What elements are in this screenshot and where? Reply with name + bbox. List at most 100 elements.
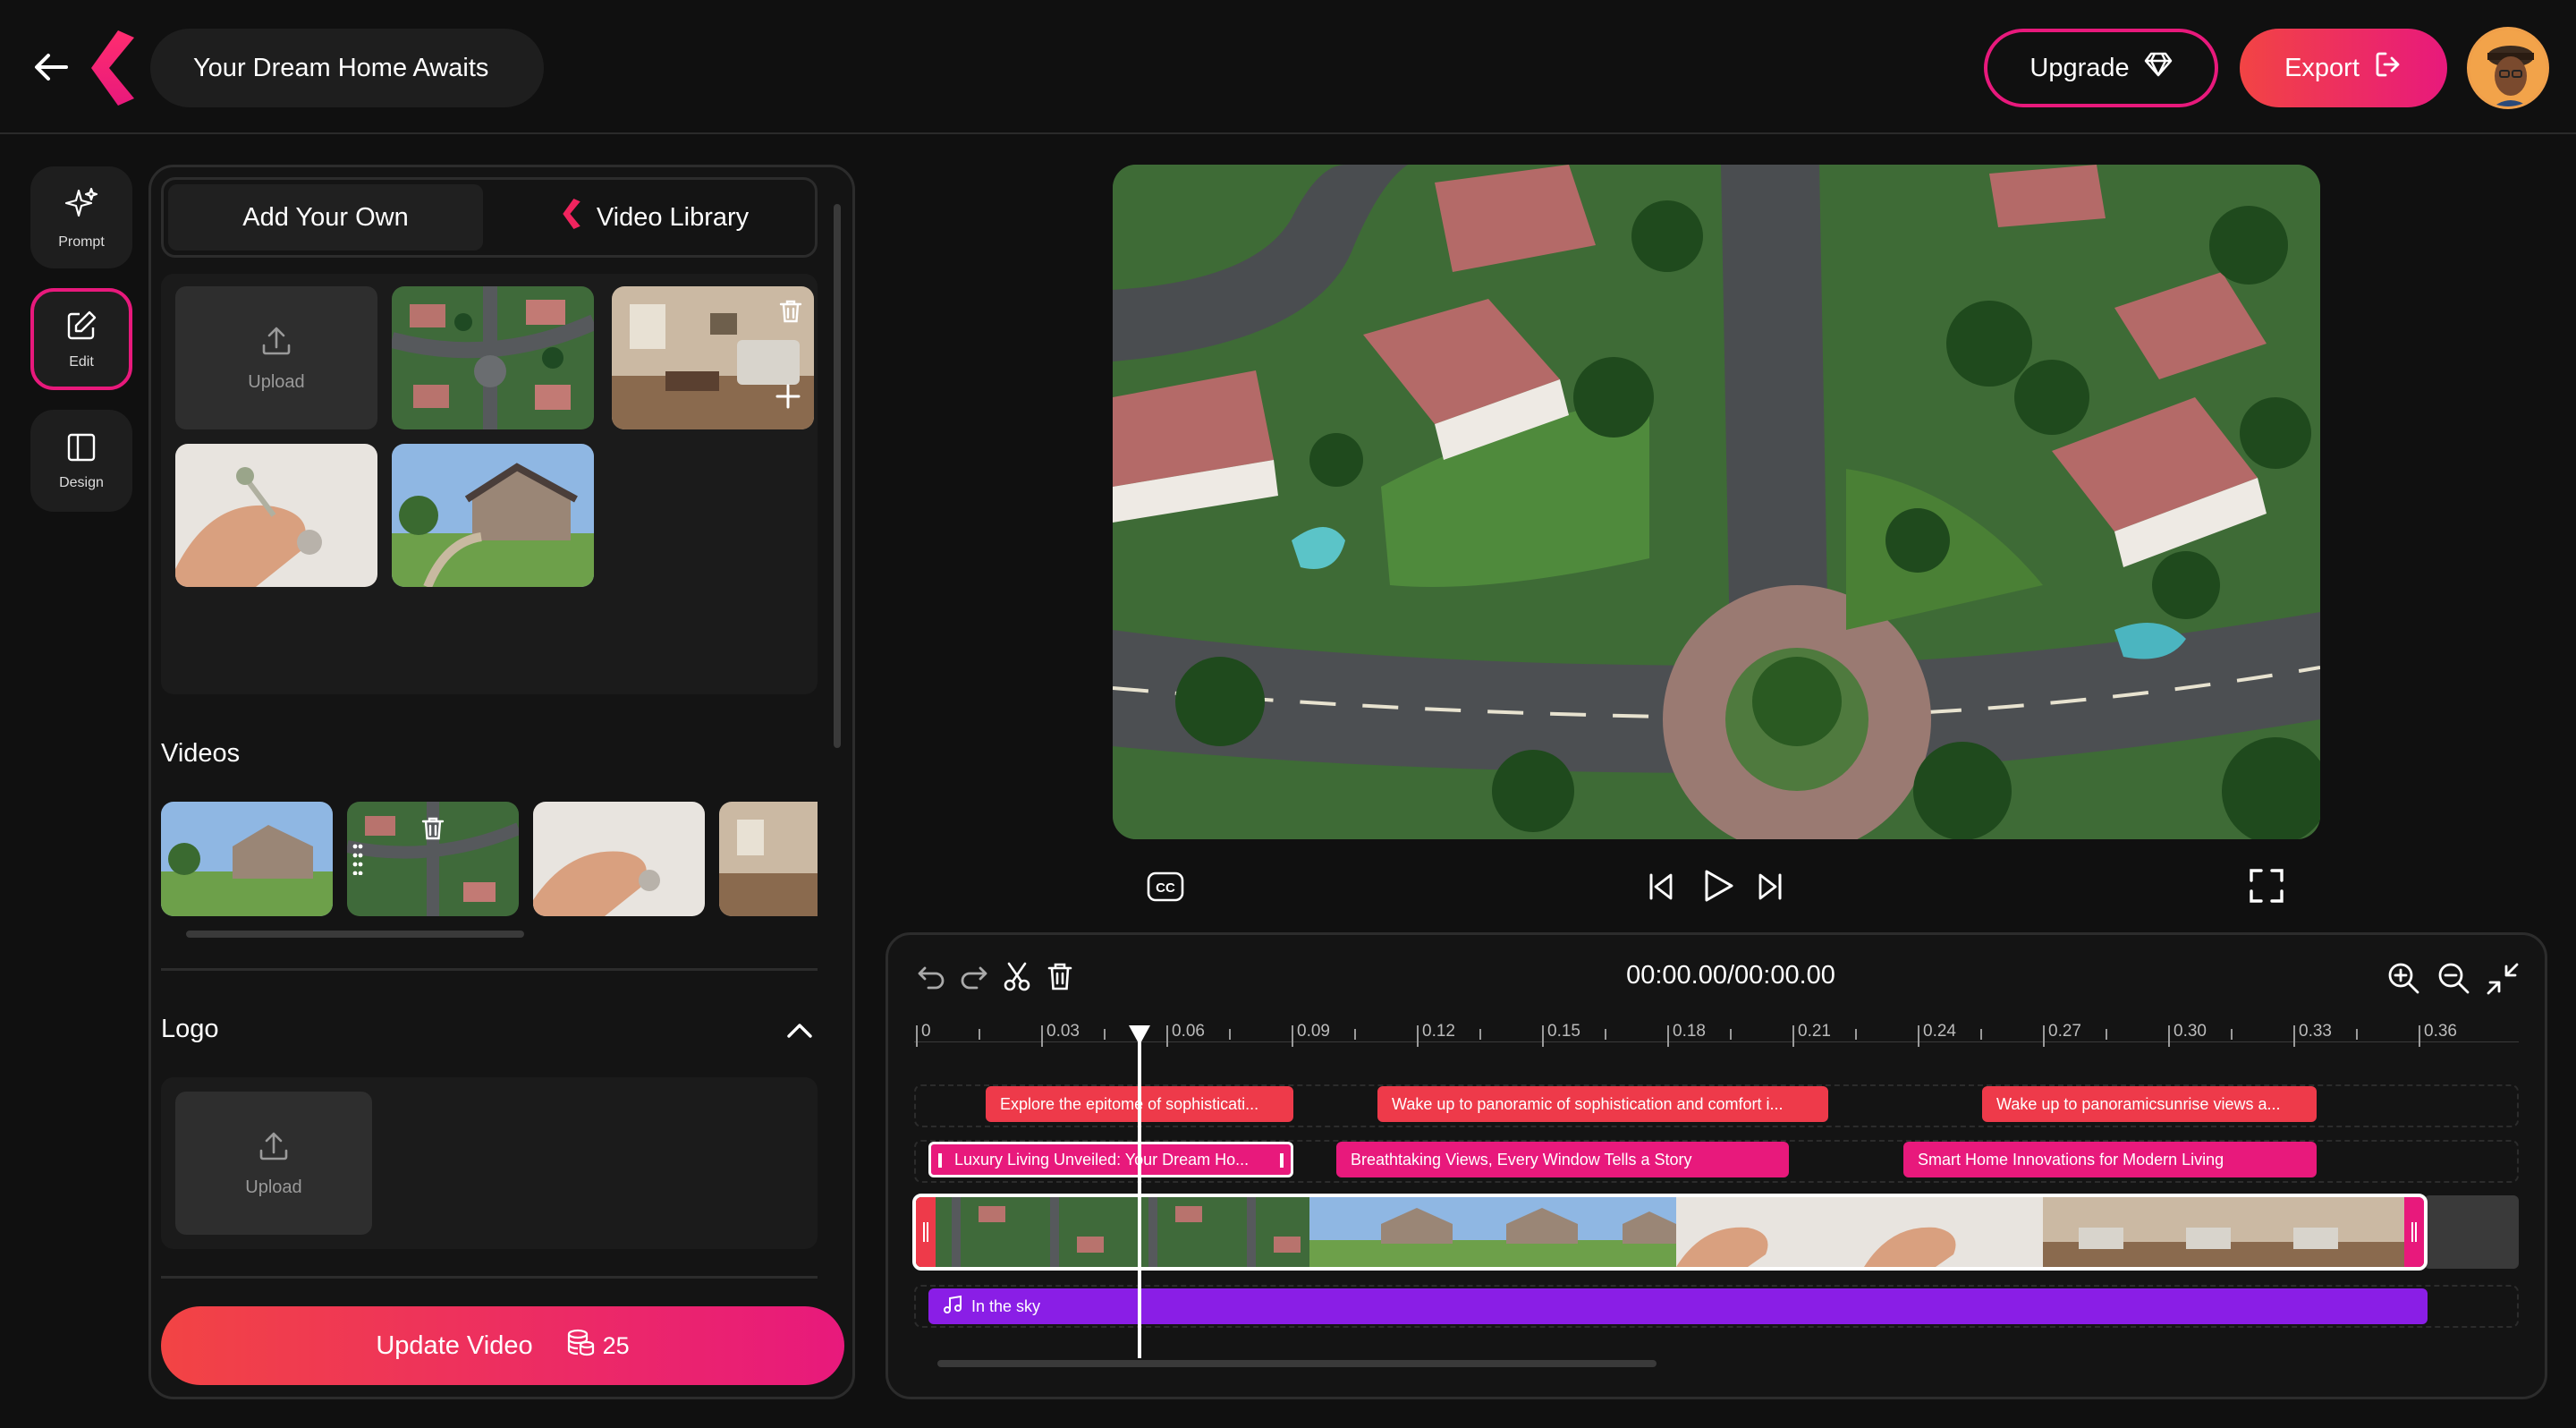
ruler-minor-tick: [1605, 1029, 1606, 1040]
ruler-tick-label: 0: [921, 1022, 931, 1041]
timeline-scrollbar[interactable]: [937, 1360, 1657, 1367]
music-clip-label: In the sky: [971, 1296, 1041, 1315]
ruler-minor-tick: [1354, 1029, 1356, 1040]
video-thumb-living-room[interactable]: [719, 802, 818, 916]
ruler-major-tick: [1542, 1025, 1544, 1047]
ruler-minor-tick: [2106, 1029, 2107, 1040]
media-thumb-keys[interactable]: [175, 444, 377, 587]
drag-handle-icon[interactable]: [352, 843, 363, 876]
ruler-baseline: [914, 1041, 2519, 1042]
rail-prompt-button[interactable]: Prompt: [30, 166, 132, 268]
layout-icon: [65, 431, 97, 468]
subtitle-clip-3-text: Wake up to panoramicsunrise views a...: [1996, 1094, 2281, 1113]
upload-media-button[interactable]: Upload: [175, 286, 377, 429]
zoom-in-button[interactable]: [2386, 961, 2420, 995]
ruler-major-tick: [2419, 1025, 2420, 1047]
subtitle-clip-3[interactable]: Wake up to panoramicsunrise views a...: [1982, 1086, 2317, 1122]
trash-icon: [776, 300, 805, 329]
project-title: Your Dream Home Awaits: [193, 53, 489, 82]
user-avatar[interactable]: [2467, 27, 2549, 109]
media-thumb-aerial[interactable]: [392, 286, 594, 429]
subtitle-clip-2-text: Wake up to panoramic of sophistication a…: [1392, 1094, 1784, 1113]
zoom-out-button[interactable]: [2436, 961, 2470, 995]
back-arrow-icon[interactable]: [30, 47, 72, 88]
rail-edit-label: Edit: [69, 353, 94, 370]
subtitle-clip-1-text: Explore the epitome of sophisticati...: [1000, 1094, 1259, 1113]
video-trim-handle-left[interactable]: [916, 1197, 936, 1267]
skip-forward-button[interactable]: [1755, 871, 1785, 902]
ruler-major-tick: [2043, 1025, 2045, 1047]
play-button[interactable]: [1701, 868, 1735, 904]
playhead[interactable]: [1138, 1025, 1141, 1358]
update-video-label: Update Video: [376, 1330, 533, 1360]
video-thumb-house[interactable]: [161, 802, 333, 916]
delete-clip-button[interactable]: [1045, 961, 1075, 993]
video-thumb-aerial[interactable]: [347, 802, 519, 916]
panel-scrollbar[interactable]: [834, 204, 841, 748]
title-clip-1-text: Luxury Living Unveiled: Your Dream Ho...: [954, 1150, 1250, 1169]
tab-add-your-own[interactable]: Add Your Own: [168, 184, 483, 251]
skip-back-icon: [1646, 873, 1676, 905]
cut-button[interactable]: [1002, 961, 1032, 993]
fullscreen-button[interactable]: [2249, 868, 2284, 904]
ruler-minor-tick: [1104, 1029, 1106, 1040]
project-title-pill[interactable]: Your Dream Home Awaits: [150, 29, 544, 107]
zoom-out-icon: [2436, 963, 2470, 999]
ruler-tick-label: 0.36: [2424, 1022, 2457, 1041]
update-video-button[interactable]: Update Video 25: [161, 1306, 844, 1385]
captions-button[interactable]: CC: [1147, 871, 1184, 902]
ruler-tick-label: 0.09: [1297, 1022, 1330, 1041]
ruler-tick-label: 0.15: [1547, 1022, 1580, 1041]
title-clip-1[interactable]: Luxury Living Unveiled: Your Dream Ho...: [928, 1142, 1293, 1177]
ruler-tick-label: 0.27: [2048, 1022, 2081, 1041]
top-bar: Your Dream Home Awaits Upgrade Export: [0, 0, 2576, 134]
skip-back-button[interactable]: [1646, 871, 1676, 902]
upload-icon: [259, 324, 293, 363]
title-clip-2[interactable]: Breathtaking Views, Every Window Tells a…: [1336, 1142, 1789, 1177]
export-button[interactable]: Export: [2240, 29, 2447, 107]
media-thumb-house[interactable]: [392, 444, 594, 587]
videos-scrollbar[interactable]: [186, 931, 524, 938]
music-clip[interactable]: In the sky: [928, 1288, 2428, 1324]
sparkle-icon: [63, 185, 100, 227]
logo-collapse-button[interactable]: [784, 1018, 816, 1043]
media-thumb-living-room[interactable]: [612, 286, 814, 429]
credits-count: 25: [602, 1331, 630, 1359]
plus-icon: [775, 384, 801, 413]
add-media-button[interactable]: [775, 383, 801, 410]
videos-heading: Videos: [161, 739, 241, 768]
playhead-handle[interactable]: [1129, 1025, 1150, 1045]
redo-button[interactable]: [959, 963, 989, 993]
videos-strip: [161, 802, 818, 918]
brand-logo-icon: [563, 199, 580, 236]
undo-button[interactable]: [916, 963, 946, 993]
delete-video-button[interactable]: [419, 814, 447, 843]
logo-upload-button[interactable]: Upload: [175, 1092, 372, 1235]
video-thumb-keys[interactable]: [533, 802, 705, 916]
clip-trim-handle-right[interactable]: [1280, 1153, 1284, 1168]
subtitle-clip-2[interactable]: Wake up to panoramic of sophistication a…: [1377, 1086, 1828, 1122]
ruler-major-tick: [1792, 1025, 1794, 1047]
closed-captions-icon: CC: [1147, 871, 1184, 905]
video-preview[interactable]: [1113, 165, 2320, 839]
logo-heading: Logo: [161, 1015, 219, 1043]
diamond-icon: [2144, 50, 2173, 86]
redo-icon: [959, 966, 989, 997]
tab-video-library-label: Video Library: [596, 202, 750, 232]
ruler-minor-tick: [2356, 1029, 2358, 1040]
ruler-minor-tick: [979, 1029, 980, 1040]
clip-trim-handle-left[interactable]: [938, 1153, 942, 1168]
upload-icon: [257, 1129, 291, 1169]
panel-divider-2: [161, 1276, 818, 1279]
rail-edit-button[interactable]: Edit: [30, 288, 132, 390]
rail-design-button[interactable]: Design: [30, 410, 132, 512]
video-trim-handle-right[interactable]: [2404, 1197, 2424, 1267]
ruler-tick-label: 0.12: [1422, 1022, 1455, 1041]
delete-media-button[interactable]: [776, 297, 805, 326]
upgrade-button[interactable]: Upgrade: [1984, 29, 2218, 107]
tab-video-library[interactable]: Video Library: [501, 184, 810, 251]
trash-icon: [419, 817, 447, 846]
collapse-timeline-button[interactable]: [2485, 961, 2521, 997]
title-clip-3[interactable]: Smart Home Innovations for Modern Living: [1903, 1142, 2317, 1177]
upgrade-label: Upgrade: [2029, 53, 2130, 82]
